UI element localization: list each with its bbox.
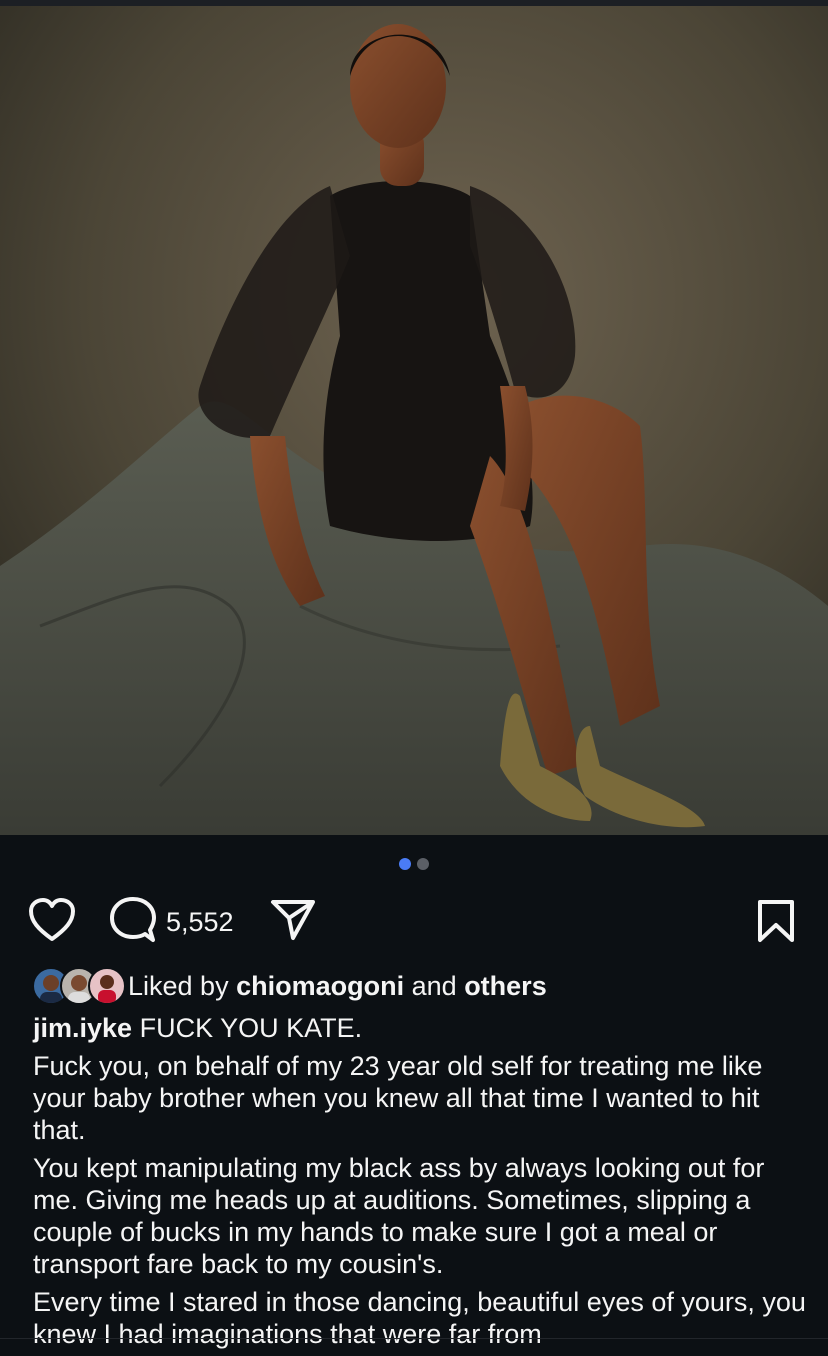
- comment-icon: [110, 897, 156, 948]
- bookmark-icon: [756, 899, 796, 948]
- liker-avatars[interactable]: [32, 967, 126, 1005]
- avatar: [88, 967, 126, 1005]
- carousel-dot-active: [399, 858, 411, 870]
- liked-by-row[interactable]: Liked by chiomaogoni and others: [32, 967, 547, 1005]
- liked-by-joiner: and: [411, 970, 457, 1001]
- like-button[interactable]: [28, 897, 76, 948]
- liked-by-others[interactable]: others: [464, 971, 547, 1002]
- comment-count: 5,552: [166, 907, 234, 937]
- caption-headline-row: jim.iyke FUCK YOU KATE.: [33, 1012, 808, 1044]
- comment-button[interactable]: 5,552: [110, 897, 234, 948]
- post-photo[interactable]: [0, 6, 828, 835]
- carousel-indicator: [0, 858, 828, 870]
- caption-username[interactable]: jim.iyke: [33, 1013, 132, 1043]
- caption-headline: FUCK YOU KATE.: [139, 1013, 363, 1043]
- share-button[interactable]: [270, 899, 316, 946]
- post-actions: 5,552: [0, 895, 828, 945]
- heart-icon: [28, 897, 76, 948]
- carousel-dot: [417, 858, 429, 870]
- liked-by-user[interactable]: chiomaogoni: [236, 971, 404, 1002]
- divider: [0, 1338, 828, 1339]
- post-caption: jim.iyke FUCK YOU KATE. Fuck you, on beh…: [33, 1012, 808, 1356]
- caption-paragraph: Every time I stared in those dancing, be…: [33, 1287, 806, 1349]
- caption-paragraph: Fuck you, on behalf of my 23 year old se…: [33, 1051, 763, 1145]
- send-icon: [270, 899, 316, 946]
- caption-paragraph: You kept manipulating my black ass by al…: [33, 1153, 765, 1279]
- save-button[interactable]: [756, 899, 796, 948]
- liked-by-prefix: Liked by: [128, 970, 229, 1001]
- post-photo-illustration: [0, 6, 828, 835]
